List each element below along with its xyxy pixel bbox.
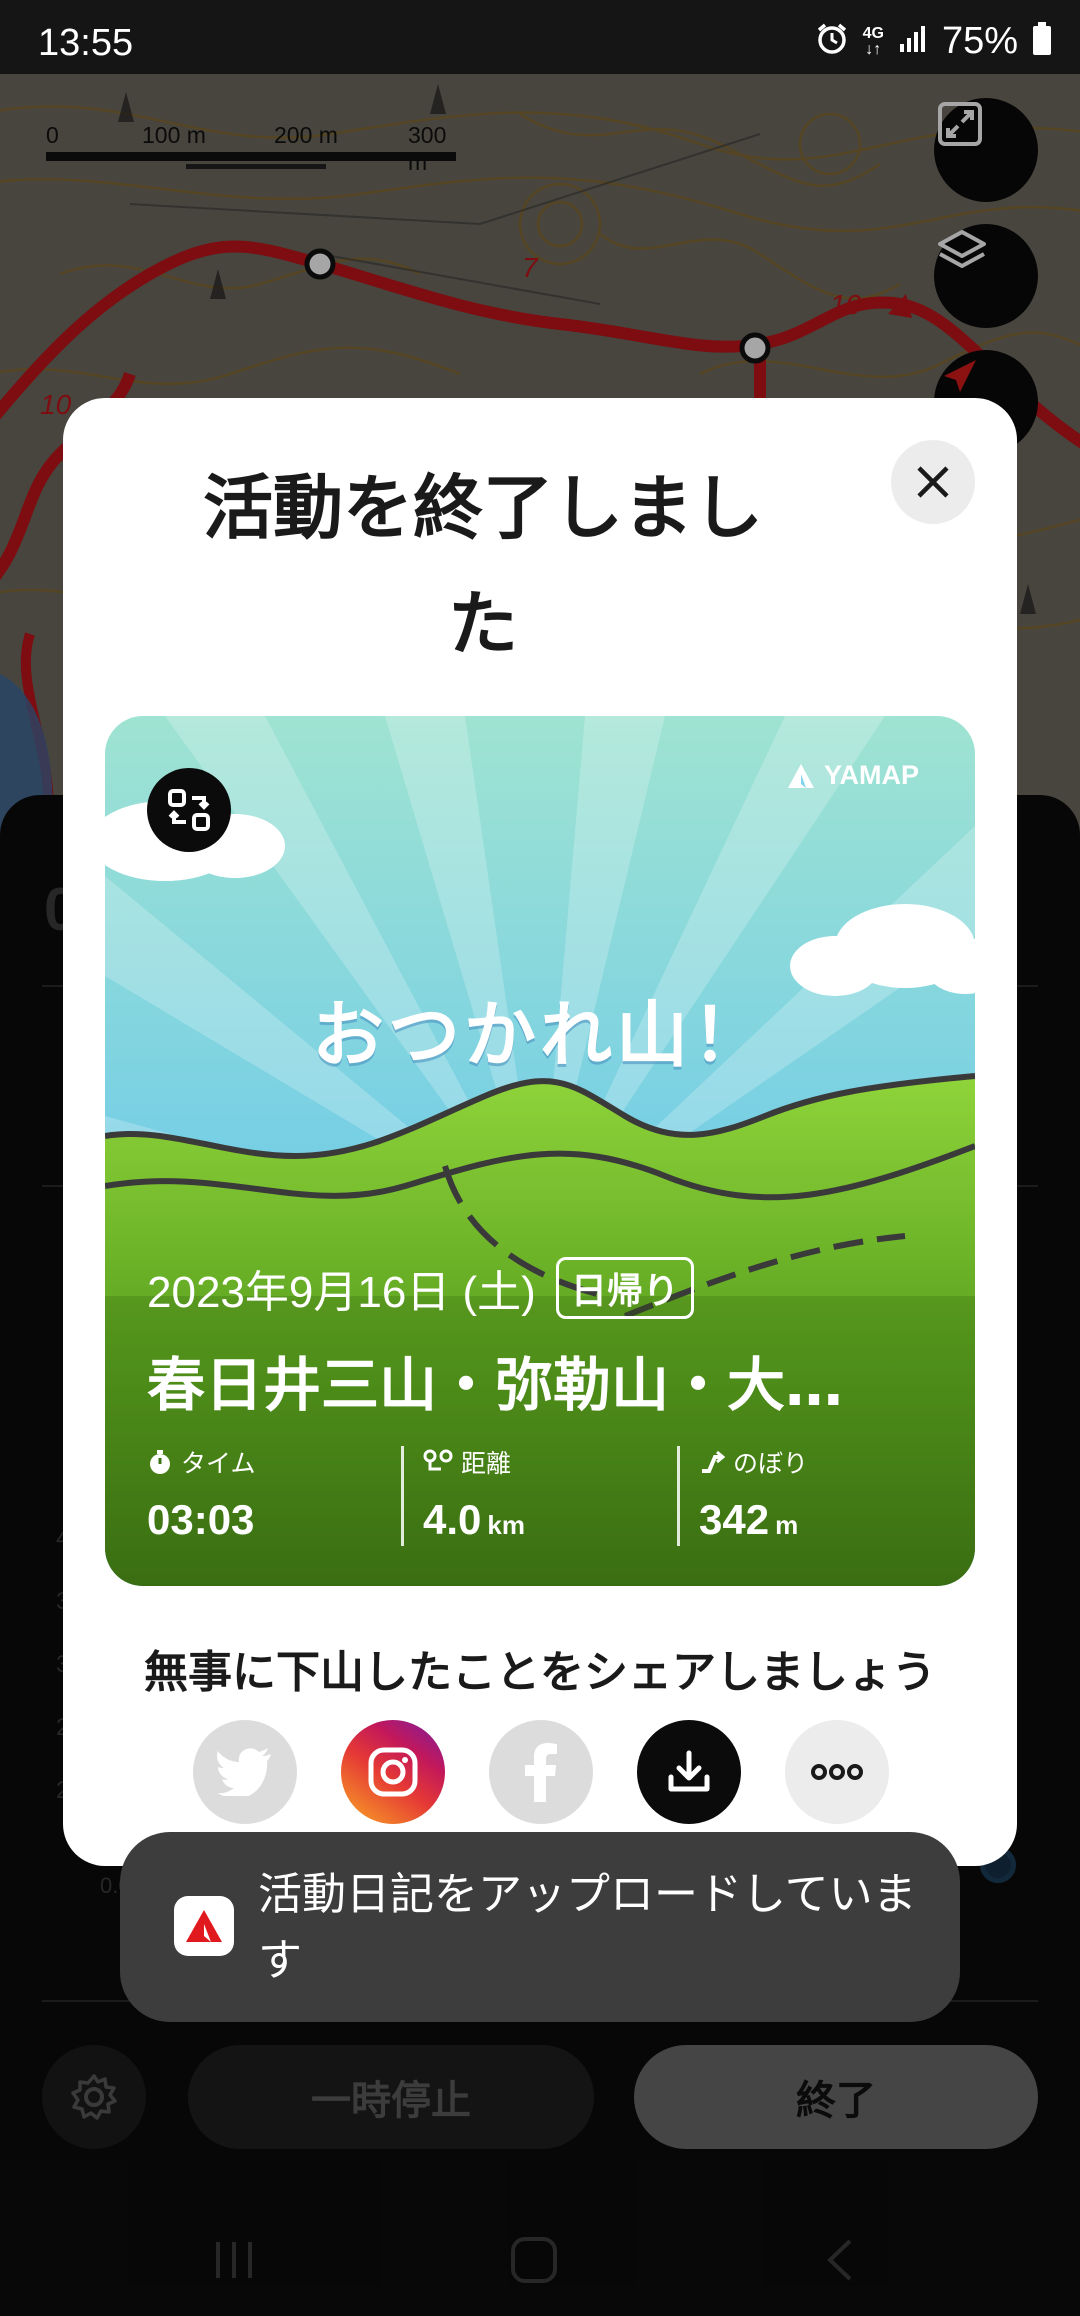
screen: 13:55 4G ↓↑ 75% 7 10 10 0 100 m 200 m 30… (0, 0, 1080, 2316)
mountain-name: 春日井三山・弥勒山・大… (147, 1351, 844, 1419)
alarm-icon (815, 22, 849, 61)
climb-icon (702, 1450, 725, 1473)
activity-date: 2023年9月16日 (土) (147, 1268, 536, 1317)
card-date-row: 2023年9月16日 (土) 日帰り (147, 1256, 694, 1320)
switch-card-button[interactable] (147, 768, 231, 852)
stat-divider (401, 1446, 404, 1546)
more-icon (811, 1764, 863, 1780)
card-heading: おつかれ山！ (311, 993, 768, 1077)
stat-label: タイム (181, 1449, 256, 1478)
stat-unit: km (487, 1510, 525, 1540)
route-icon (423, 1449, 453, 1471)
stat-value: 342 (699, 1496, 770, 1543)
yamap-logo: YAMAP (786, 760, 919, 791)
dialog-title: 活動を終了しました (203, 467, 763, 665)
yamap-mark-icon (787, 763, 814, 788)
stat-ascent: のぼり 342 m (699, 1442, 808, 1546)
more-button[interactable] (785, 1720, 889, 1824)
battery-icon (1032, 22, 1052, 61)
status-time: 13:55 (38, 22, 134, 64)
status-bar: 13:55 4G ↓↑ 75% (0, 0, 1080, 74)
twitter-button[interactable] (193, 1720, 297, 1824)
stat-time: タイム 03:03 (147, 1442, 256, 1546)
yamap-app-icon (174, 1896, 234, 1956)
download-button[interactable] (637, 1720, 741, 1824)
stat-divider (677, 1446, 680, 1546)
close-icon (917, 466, 949, 498)
stopwatch-icon (150, 1450, 170, 1474)
signal-icon (898, 24, 928, 59)
twitter-icon (217, 1748, 271, 1796)
stat-value: 4.0 (423, 1496, 482, 1543)
stat-distance: 距離 4.0 km (423, 1442, 525, 1546)
facebook-button[interactable] (489, 1720, 593, 1824)
stat-value: 03:03 (147, 1496, 255, 1543)
share-prompt: 無事に下山したことをシェアしましょう (144, 1647, 936, 1698)
facebook-icon (525, 1743, 557, 1802)
upload-toast: 活動日記をアップロードしています (120, 1832, 960, 2022)
instagram-button[interactable] (341, 1720, 445, 1824)
trip-type-badge: 日帰り (555, 1257, 694, 1319)
activity-complete-dialog: 活動を終了しました YAMAP おつかれ山！ 2023年9月16日 (土) 日帰… (63, 398, 1017, 1866)
brand-name: YAMAP (823, 760, 919, 790)
network-type: 4G ↓↑ (862, 24, 884, 58)
stat-unit: m (775, 1510, 799, 1540)
stat-label: のぼり (733, 1449, 809, 1478)
share-card: YAMAP おつかれ山！ 2023年9月16日 (土) 日帰り 春日井三山・弥勒… (105, 716, 975, 1586)
stat-label: 距離 (461, 1449, 512, 1478)
download-icon (668, 1750, 710, 1792)
close-button[interactable] (891, 440, 975, 524)
toast-message: 活動日記をアップロードしています (258, 1869, 917, 1986)
switch-icon (168, 789, 210, 831)
share-buttons (193, 1720, 893, 1824)
instagram-icon (368, 1747, 418, 1797)
battery-percent: 75% (941, 20, 1018, 62)
status-icons: 4G ↓↑ 75% (815, 20, 1052, 63)
